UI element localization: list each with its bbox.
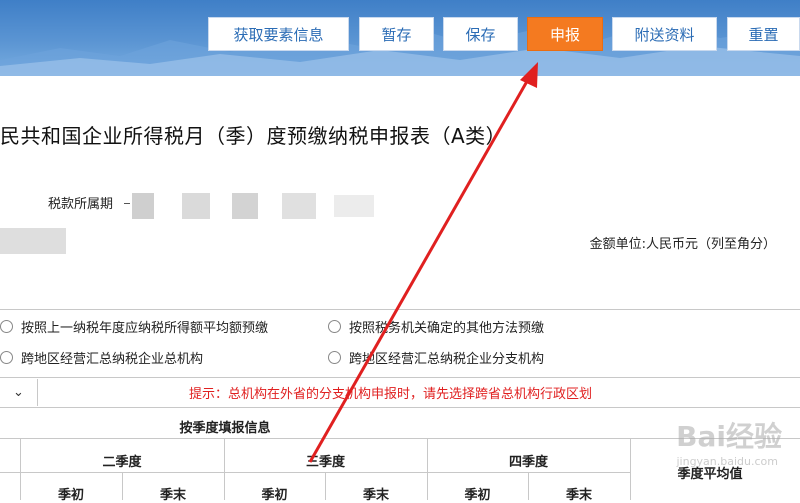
redacted-taxpayer xyxy=(0,228,66,254)
option-row-2-right[interactable]: 跨地区经营汇总纳税企业分支机构 xyxy=(328,343,544,371)
hint-text: 提示：总机构在外省的分支机构申报时，请先选择跨省总机构行政区划 xyxy=(189,387,593,402)
redacted-period-end xyxy=(282,193,316,219)
save-temp-button[interactable]: 暂存 xyxy=(359,17,434,51)
redacted-period-start xyxy=(132,193,154,219)
sub-col-header: 季初 xyxy=(57,488,84,503)
sub-col-header: 季末 xyxy=(362,488,389,503)
watermark-url: jingyan.baidu.com xyxy=(676,455,778,468)
save-button[interactable]: 保存 xyxy=(443,17,518,51)
divider xyxy=(0,377,800,378)
tax-period-label: 税款所属期 xyxy=(48,197,114,212)
table-top-border xyxy=(0,309,800,310)
option-label: 跨地区经营汇总纳税企业分支机构 xyxy=(349,351,545,367)
quarter-header: 三季度 xyxy=(305,455,345,470)
divider xyxy=(0,472,630,473)
quarter-header: 二季度 xyxy=(102,455,142,470)
redacted-period-mid xyxy=(182,193,210,219)
sub-col-header: 季末 xyxy=(159,488,186,503)
divider xyxy=(0,407,800,408)
period-underline xyxy=(124,203,130,204)
radio-circle-icon[interactable] xyxy=(328,319,341,333)
redacted-period-end2 xyxy=(334,195,374,217)
sub-col-header: 季初 xyxy=(261,488,288,503)
reset-button[interactable]: 重置 xyxy=(727,17,800,51)
option-row-1-right[interactable]: 按照税务机关确定的其他方法预缴 xyxy=(328,312,544,340)
redacted-period-mid2 xyxy=(232,193,258,219)
radio-circle-icon[interactable] xyxy=(0,319,13,333)
option-label: 按照上一纳税年度应纳税所得额平均额预缴 xyxy=(21,320,269,336)
get-info-button[interactable]: 获取要素信息 xyxy=(208,17,349,51)
quarter-header: 四季度 xyxy=(508,455,548,470)
watermark-logo: Bai经验 xyxy=(676,420,782,453)
radio-circle-icon[interactable] xyxy=(328,350,341,364)
option-label: 按照税务机关确定的其他方法预缴 xyxy=(349,320,545,336)
option-label: 跨地区经营汇总纳税企业总机构 xyxy=(21,351,204,367)
top-toolbar: 获取要素信息 暂存 保存 申报 附送资料 重置 xyxy=(0,0,800,76)
option-row-2-left[interactable]: 跨地区经营汇总纳税企业总机构 xyxy=(0,343,203,371)
submit-button[interactable]: 申报 xyxy=(527,17,603,51)
sub-col-header: 季末 xyxy=(565,488,592,503)
chevron-down-icon: ⌄ xyxy=(13,385,24,400)
form-title: 民共和国企业所得税月（季）度预缴纳税申报表（A类） xyxy=(0,124,507,148)
attach-documents-button[interactable]: 附送资料 xyxy=(612,17,717,51)
sub-col-header: 季初 xyxy=(464,488,491,503)
col-line xyxy=(630,438,631,500)
region-select[interactable]: ⌄ xyxy=(0,379,38,406)
currency-unit-label: 金额单位:人民币元（列至角分） xyxy=(589,237,776,252)
option-row-1-left[interactable]: 按照上一纳税年度应纳税所得额平均额预缴 xyxy=(0,312,268,340)
section-header: 按季度填报信息 xyxy=(179,421,271,436)
radio-circle-icon[interactable] xyxy=(0,350,13,364)
